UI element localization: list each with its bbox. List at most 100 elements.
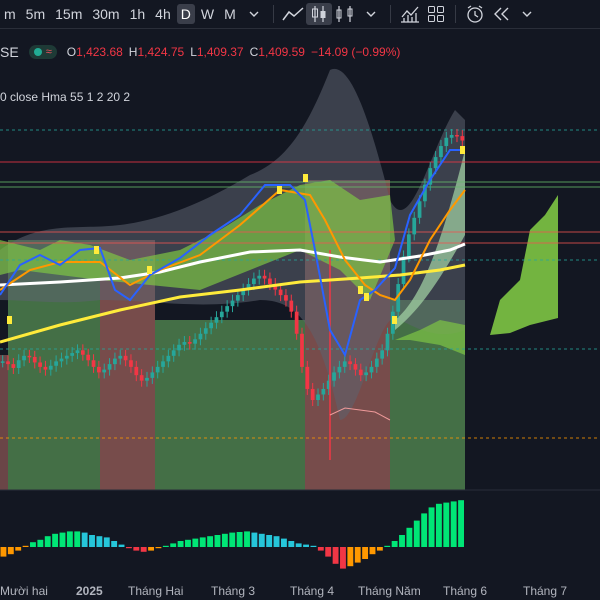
toolbar-divider [272, 5, 274, 23]
high-label: H [128, 45, 138, 59]
candle-body [225, 306, 230, 312]
candles-icon[interactable] [305, 3, 332, 25]
oscillator-bar [89, 535, 95, 547]
candle-body [348, 361, 352, 365]
candle-body [75, 350, 80, 354]
oscillator-bar [310, 545, 317, 547]
timeframe-15m[interactable]: 15m [51, 4, 86, 24]
oscillator-bar [199, 537, 206, 547]
replay-icon[interactable] [488, 3, 514, 25]
timeframe-W[interactable]: W [197, 4, 218, 24]
price-chart[interactable] [0, 28, 600, 578]
indicators-icon[interactable] [397, 3, 423, 25]
market-status-pill[interactable]: ≈ [28, 45, 57, 59]
timeframe-D[interactable]: D [176, 4, 195, 24]
toolbar-divider [389, 5, 391, 23]
time-axis-label: Mười hai [0, 584, 48, 598]
oscillator-bar [0, 547, 7, 557]
time-axis-label: Tháng Năm [358, 584, 421, 598]
signal-marker [364, 293, 369, 301]
low-label: L [190, 45, 197, 59]
candle-body [161, 361, 165, 367]
candle-body [369, 366, 374, 373]
oscillator-bar [458, 500, 464, 547]
candle-body [171, 350, 176, 356]
candle-body [203, 328, 208, 334]
timeframe-1h[interactable]: 1h [126, 4, 150, 24]
candle-body [358, 369, 363, 376]
candle-body [214, 317, 219, 323]
oscillator-bar [15, 547, 22, 551]
timeframe-5m[interactable]: 5m [22, 4, 49, 24]
candle-body [118, 355, 123, 359]
candle-body [70, 353, 75, 356]
layout-grid-icon[interactable] [423, 3, 449, 25]
timeframe-30m[interactable]: 30m [88, 4, 123, 24]
oscillator-bar [251, 532, 258, 547]
oscillator-bar [37, 539, 44, 547]
symbol-label: SE [0, 44, 19, 60]
candle-body [433, 157, 438, 169]
oscillator-bar [295, 543, 302, 547]
candle-body [193, 339, 197, 344]
candle-body [0, 361, 5, 363]
toolbar-divider [454, 5, 456, 23]
oscillator-bar [221, 533, 228, 547]
chart-type-icon[interactable] [332, 3, 358, 25]
oscillator-bar [229, 532, 236, 547]
oscillator-bar [376, 547, 383, 551]
candle-body [129, 360, 133, 367]
forecast-cloud [490, 195, 558, 335]
oscillator-bar [384, 545, 391, 547]
oscillator-bar [103, 537, 110, 547]
oscillator-bar [22, 545, 29, 547]
signal-marker [147, 266, 152, 274]
oscillator-bar [44, 536, 51, 547]
candle-body [48, 365, 53, 370]
candle-body [412, 217, 417, 235]
candle-body [150, 372, 155, 378]
candle-body [294, 311, 299, 334]
time-axis-label: Tháng 4 [290, 584, 335, 598]
timeframe-M[interactable]: M [220, 4, 240, 24]
candle-body [38, 362, 42, 367]
chevron-down-icon[interactable] [358, 3, 384, 25]
oscillator-bar [273, 536, 280, 547]
candle-body [407, 234, 411, 257]
alert-clock-icon[interactable] [462, 3, 488, 25]
oscillator-bar [266, 535, 273, 547]
chevron-down-icon[interactable] [514, 3, 540, 25]
candle-body [123, 355, 128, 361]
oscillator-bar [443, 502, 450, 547]
open-value: 1,423.68 [76, 45, 123, 59]
candle-body [342, 361, 347, 367]
candle-body [6, 361, 10, 365]
candle-body [80, 350, 85, 355]
top-toolbar: m 5m 15m 30m 1h 4h D W M [0, 0, 600, 29]
signal-marker [392, 316, 397, 324]
timeframe-4h[interactable]: 4h [151, 4, 175, 24]
oscillator-bar [413, 520, 420, 547]
oscillator-bar [288, 541, 295, 547]
price-legend: SE ≈ O 1,423.68 H 1,424.75 L 1,409.37 C … [0, 44, 400, 60]
signal-marker [7, 316, 12, 324]
oscillator-bar [140, 547, 147, 552]
indicator-legend[interactable]: 0 close Hma 55 1 2 20 2 [0, 90, 130, 104]
line-tool-icon[interactable] [280, 3, 306, 25]
candle-body [230, 300, 235, 307]
oscillator-bar [362, 547, 369, 559]
candle-body [268, 278, 272, 285]
candle-body [139, 375, 144, 381]
candle-body [113, 358, 117, 365]
time-axis[interactable]: Mười hai 2025 Tháng Hai Tháng 3 Tháng 4 Tháng… [0, 578, 600, 600]
candle-body [209, 322, 213, 329]
candle-body [364, 372, 368, 376]
time-axis-label: Tháng Hai [128, 584, 184, 598]
zone-red-band [0, 355, 8, 490]
oscillator-bar [435, 503, 442, 547]
candle-body [353, 364, 358, 370]
oscillator-bar [170, 543, 177, 547]
chevron-down-icon[interactable] [241, 3, 267, 25]
oscillator-bar [369, 547, 376, 555]
timeframe-m[interactable]: m [0, 4, 20, 24]
